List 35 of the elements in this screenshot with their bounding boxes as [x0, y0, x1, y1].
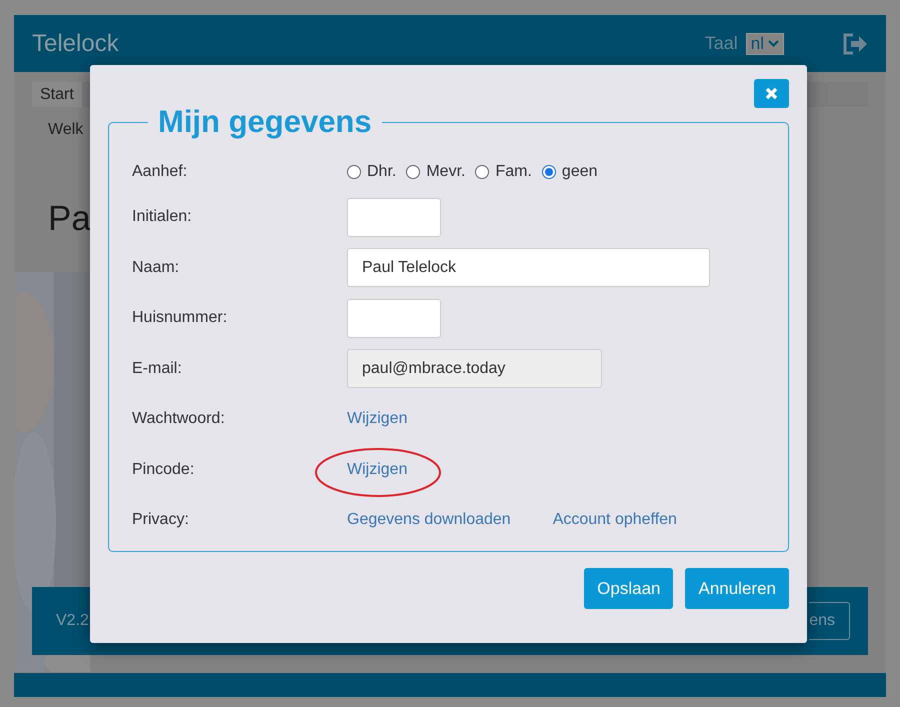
readonly-field[interactable]: paul@mbrace.today [347, 349, 602, 388]
input-field[interactable]: Paul Telelock [347, 248, 710, 288]
input-field[interactable] [347, 198, 441, 237]
close-icon [765, 87, 778, 100]
radio-option[interactable]: geen [542, 163, 598, 181]
link[interactable]: Gegevens downloaden [347, 511, 511, 528]
close-button[interactable] [754, 79, 789, 108]
link[interactable]: Wijzigen [347, 410, 408, 428]
page-heading: Pa [48, 199, 91, 239]
field-label: E-mail: [132, 360, 183, 378]
footer-button[interactable]: ens [809, 602, 850, 640]
input-field[interactable] [347, 298, 441, 338]
field-label: Naam: [132, 258, 180, 277]
field-label: Aanhef: [132, 163, 188, 181]
field-label: Initialen: [132, 208, 193, 226]
dialog-title: Mijn gegevens [157, 103, 373, 141]
version-text: V2.2 [56, 612, 90, 630]
language-select[interactable]: nl [746, 32, 784, 54]
radio-option[interactable]: Mevr. [406, 163, 466, 181]
dialog-button[interactable]: Opslaan [584, 568, 674, 609]
field-label: Huisnummer: [132, 309, 228, 328]
link[interactable]: Account opheffen [552, 511, 677, 528]
logout-icon[interactable] [842, 32, 868, 54]
link[interactable]: Wijzigen [347, 460, 408, 478]
welcome-text: Welk [48, 121, 84, 139]
radio-option[interactable]: Dhr. [347, 163, 396, 181]
dialog-button[interactable]: Annuleren [685, 568, 789, 609]
app-title: Telelock [32, 30, 120, 58]
chevron-icon [768, 40, 779, 48]
radio-option[interactable]: Fam. [475, 163, 532, 181]
language-label: Taal [704, 33, 738, 54]
field-label: Pincode: [132, 460, 196, 479]
field-label: Wachtwoord: [132, 410, 226, 428]
tab[interactable]: Start [32, 82, 82, 107]
field-label: Privacy: [132, 511, 190, 530]
